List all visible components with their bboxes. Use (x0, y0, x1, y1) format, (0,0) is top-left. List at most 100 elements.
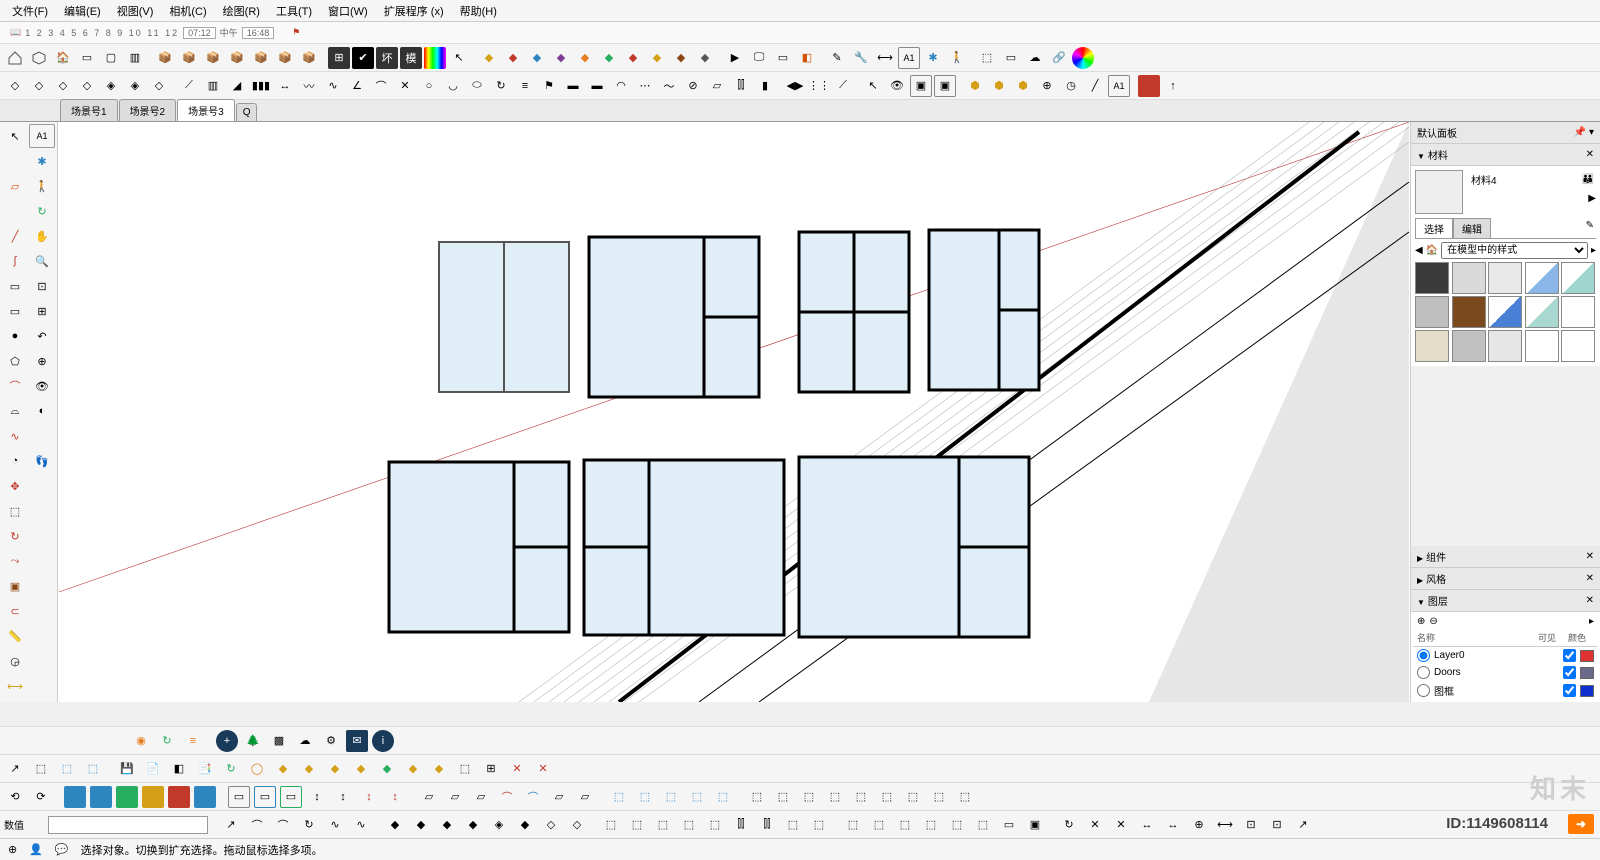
b2-y6-icon[interactable]: ◆ (428, 758, 450, 780)
vcb-input[interactable] (48, 816, 208, 834)
b4-23-icon[interactable]: ⬚ (808, 814, 830, 836)
curve-icon[interactable]: 〰 (298, 75, 320, 97)
layer-menu-icon[interactable]: ▸ (1589, 616, 1594, 627)
b2-y2-icon[interactable]: ◆ (298, 758, 320, 780)
axes2-icon[interactable]: ✱ (29, 149, 55, 173)
text-icon[interactable]: A1 (898, 47, 920, 69)
b4-9-icon[interactable]: ◆ (436, 814, 458, 836)
b4-16-icon[interactable]: ⬚ (626, 814, 648, 836)
package3-icon[interactable]: 📦 (202, 47, 224, 69)
shape8-icon[interactable]: ▱ (706, 75, 728, 97)
b2-y1-icon[interactable]: ◆ (272, 758, 294, 780)
home2-icon[interactable]: 🏠 (1426, 245, 1438, 256)
shape4-icon[interactable]: ▬ (586, 75, 608, 97)
tab-scene-2[interactable]: 场景号2 (119, 99, 177, 121)
material-preview[interactable] (1415, 170, 1463, 214)
poly-icon[interactable]: ⬠ (2, 349, 28, 373)
axes-icon[interactable]: ✱ (922, 47, 944, 69)
cloud-icon[interactable]: ☁ (1024, 47, 1046, 69)
doc3-icon[interactable]: ◇ (52, 75, 74, 97)
b2-x-icon[interactable]: ✕ (506, 758, 528, 780)
b4-19-icon[interactable]: ⬚ (704, 814, 726, 836)
arrow-icon[interactable]: ▶ (724, 47, 746, 69)
slope-icon[interactable]: ◢ (226, 75, 248, 97)
menu-edit[interactable]: 编辑(E) (56, 3, 109, 19)
move-tool-icon[interactable]: ✥ (2, 474, 28, 498)
zoom-icon[interactable]: 🔍 (29, 249, 55, 273)
b4-34-icon[interactable]: ✕ (1110, 814, 1132, 836)
diamond5-icon[interactable]: ◆ (574, 47, 596, 69)
add-layer-icon[interactable]: ⊕ (1417, 616, 1425, 627)
shape3-icon[interactable]: ▬ (562, 75, 584, 97)
material-swatch-8[interactable] (1525, 296, 1559, 328)
eraser2-icon[interactable]: ▱ (2, 174, 28, 198)
b4-27-icon[interactable]: ⬚ (920, 814, 942, 836)
walk2-icon[interactable]: 🚶 (29, 174, 55, 198)
package2-icon[interactable]: 📦 (178, 47, 200, 69)
materials-panel-header[interactable]: ▼材料 ✕ (1411, 144, 1600, 166)
position-icon[interactable]: ⊕ (29, 349, 55, 373)
material-swatch-0[interactable] (1415, 262, 1449, 294)
b3-p3-icon[interactable]: ▱ (470, 786, 492, 808)
protractor-icon[interactable]: ◶ (2, 649, 28, 673)
ext-mail-icon[interactable]: ✉ (346, 730, 368, 752)
doc6-icon[interactable]: ◈ (124, 75, 146, 97)
wrench-icon[interactable]: 🔧 (850, 47, 872, 69)
b2-y3-icon[interactable]: ◆ (324, 758, 346, 780)
doc1-icon[interactable]: ◇ (4, 75, 26, 97)
ext-info-icon[interactable]: i (372, 730, 394, 752)
package-icon[interactable]: 📦 (154, 47, 176, 69)
freehand-icon[interactable]: ʃ (2, 249, 28, 273)
b2-save-icon[interactable]: 💾 (116, 758, 138, 780)
pie-icon[interactable]: ◔ (2, 449, 28, 473)
material-swatch-10[interactable] (1415, 330, 1449, 362)
layer0-visible[interactable] (1563, 649, 1576, 662)
rect2-icon[interactable]: ▭ (2, 299, 28, 323)
section-icon[interactable]: ◐ (29, 399, 55, 423)
b2-refresh-icon[interactable]: ↻ (220, 758, 242, 780)
diamond2-icon[interactable]: ◆ (502, 47, 524, 69)
ext2-icon[interactable]: ≡ (182, 730, 204, 752)
extents-icon[interactable]: ⊞ (29, 299, 55, 323)
material-library-select[interactable]: 在模型中的样式 (1441, 242, 1588, 259)
text2-icon[interactable]: A1 (1108, 75, 1130, 97)
diamond9-icon[interactable]: ◆ (670, 47, 692, 69)
fence-icon[interactable]: ⫿⫿ (730, 75, 752, 97)
material-swatch-13[interactable] (1525, 330, 1559, 362)
follow-icon[interactable]: ⤳ (2, 549, 28, 573)
package6-icon[interactable]: 📦 (274, 47, 296, 69)
b4-20-icon[interactable]: ⫿⫿ (730, 814, 752, 836)
mat-tab-select[interactable]: 选择 (1415, 218, 1453, 238)
offset-icon[interactable]: ⊂ (2, 599, 28, 623)
flag2-icon[interactable]: ⚑ (538, 75, 560, 97)
blank2-icon[interactable] (2, 199, 28, 223)
b3-redo-icon[interactable]: ⟳ (30, 786, 52, 808)
grid2-icon[interactable]: ⋮⋮ (808, 75, 830, 97)
layer2-radio[interactable] (1417, 684, 1430, 697)
red-sq-icon[interactable] (1138, 75, 1160, 97)
doc4-icon[interactable]: ◇ (76, 75, 98, 97)
b2-g1-icon[interactable]: ◆ (376, 758, 398, 780)
b3-s2-icon[interactable] (90, 786, 112, 808)
b3-g9-icon[interactable]: ⬚ (954, 786, 976, 808)
b3-s3-icon[interactable] (116, 786, 138, 808)
b2-cube2-icon[interactable]: ⬚ (454, 758, 476, 780)
b4-13-icon[interactable]: ◇ (540, 814, 562, 836)
line-tool-icon[interactable]: ╱ (2, 224, 28, 248)
grid-icon[interactable]: ⊞ (328, 47, 350, 69)
b4-37-icon[interactable]: ⊕ (1188, 814, 1210, 836)
flag-icon[interactable]: ⚑ (292, 27, 300, 38)
viewport-3d[interactable] (58, 122, 1410, 702)
circle-icon[interactable]: ○ (418, 75, 440, 97)
tab-scene-1[interactable]: 场景号1 (60, 99, 118, 121)
b4-38-icon[interactable]: ⟷ (1214, 814, 1236, 836)
material-swatch-2[interactable] (1488, 262, 1522, 294)
b4-18-icon[interactable]: ⬚ (678, 814, 700, 836)
nav1-icon[interactable]: ↖ (862, 75, 884, 97)
loop-icon[interactable]: ↻ (490, 75, 512, 97)
menu-view[interactable]: 视图(V) (109, 3, 162, 19)
feet-icon[interactable]: 👣 (29, 449, 55, 473)
solid1-icon[interactable]: ⬢ (964, 75, 986, 97)
doc2-icon[interactable]: ◇ (28, 75, 50, 97)
b2-cubec-icon[interactable]: ⬚ (82, 758, 104, 780)
